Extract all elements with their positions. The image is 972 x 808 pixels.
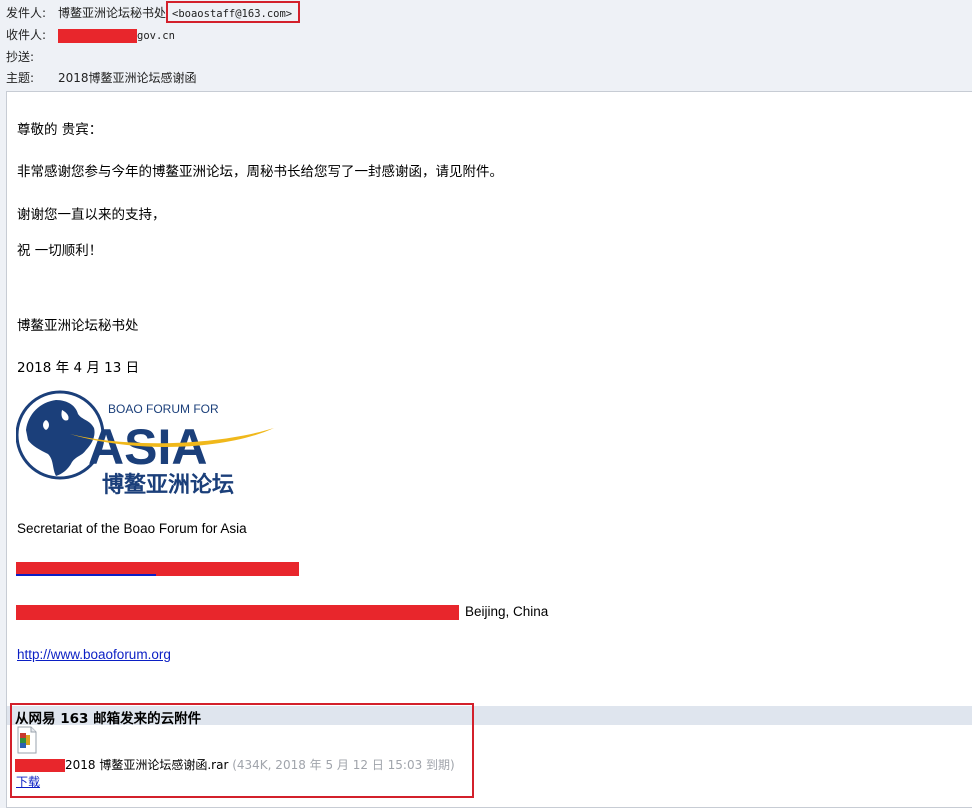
signature: 博鳌亚洲论坛秘书处 bbox=[17, 318, 139, 334]
to-row: 收件人: gov.cn bbox=[6, 25, 175, 45]
boao-forum-logo: BOAO FORUM FOR ASIA 博鳌亚洲论坛 bbox=[16, 390, 274, 498]
secretariat-line: Secretariat of the Boao Forum for Asia bbox=[17, 521, 247, 536]
from-label: 发件人: bbox=[6, 6, 47, 20]
email-header: 发件人: 博鳌亚洲论坛秘书处 <boaostaff@163.com> 收件人: gov… bbox=[0, 0, 972, 90]
redacted-address bbox=[16, 604, 459, 620]
logo-main-text: ASIA bbox=[88, 419, 207, 475]
website-line: http://www.boaoforum.org bbox=[17, 647, 171, 663]
address-city: Beijing, China bbox=[465, 604, 549, 619]
logo-cn-text: 博鳌亚洲论坛 bbox=[102, 472, 234, 498]
cc-row: 抄送: bbox=[6, 47, 58, 67]
body-line-1: 非常感谢您参与今年的博鳌亚洲论坛，周秘书长给您写了一封感谢函，请见附件。 bbox=[17, 164, 503, 180]
sender-email-highlight bbox=[166, 1, 300, 23]
subject-label: 主题: bbox=[6, 71, 35, 85]
redacted-recipient bbox=[58, 28, 137, 43]
body-line-3: 祝 一切顺利！ bbox=[17, 243, 103, 259]
to-label: 收件人: bbox=[6, 28, 47, 42]
subject-text: 2018博鳌亚洲论坛感谢函 bbox=[58, 71, 197, 85]
website-link[interactable]: http://www.boaoforum.org bbox=[17, 647, 171, 662]
greeting: 尊敬的 贵宾： bbox=[17, 122, 103, 138]
body-line-2: 谢谢您一直以来的支持， bbox=[17, 207, 166, 223]
redacted-link-underline bbox=[16, 574, 156, 576]
attachment-highlight bbox=[10, 703, 474, 798]
date: 2018 年 4 月 13 日 bbox=[17, 360, 140, 376]
address-line: Beijing, China bbox=[16, 604, 548, 620]
sender-name[interactable]: 博鳌亚洲论坛秘书处 bbox=[58, 3, 166, 23]
logo-top-text: BOAO FORUM FOR bbox=[108, 402, 219, 416]
message-body: 尊敬的 贵宾： 非常感谢您参与今年的博鳌亚洲论坛，周秘书长给您写了一封感谢函，请… bbox=[6, 91, 972, 808]
recipient-domain: gov.cn bbox=[137, 30, 175, 42]
subject-row: 主题: 2018博鳌亚洲论坛感谢函 bbox=[6, 68, 197, 88]
cc-label: 抄送: bbox=[6, 50, 35, 64]
